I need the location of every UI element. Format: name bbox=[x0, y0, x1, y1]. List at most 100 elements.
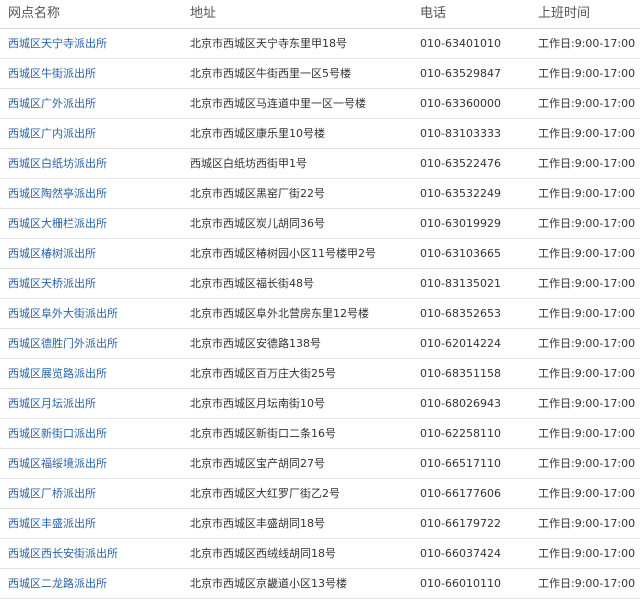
station-phone: 010-68026943 bbox=[418, 388, 538, 419]
station-hours: 工作日:9:00-17:00 bbox=[538, 88, 640, 119]
station-address: 北京市西城区月坛南街10号 bbox=[188, 388, 418, 419]
station-hours: 工作日:9:00-17:00 bbox=[538, 238, 640, 269]
station-name-link[interactable]: 西城区月坛派出所 bbox=[0, 388, 188, 419]
station-address: 北京市西城区丰盛胡同18号 bbox=[188, 508, 418, 539]
table-row: 西城区丰盛派出所 北京市西城区丰盛胡同18号 010-66179722 工作日:9:0… bbox=[0, 508, 640, 539]
station-address: 北京市西城区安德路138号 bbox=[188, 328, 418, 359]
table-row: 西城区牛街派出所 北京市西城区牛街西里一区5号楼 010-63529847 工作日:9… bbox=[0, 58, 640, 89]
station-hours: 工作日:9:00-17:00 bbox=[538, 538, 640, 569]
header-phone: 电话 bbox=[418, 0, 538, 29]
header-address: 地址 bbox=[188, 0, 418, 29]
police-station-table: 网点名称 地址 电话 上班时间 西城区天宁寺派出所 北京市西城区天宁寺东里甲18号… bbox=[0, 0, 640, 599]
station-name-link[interactable]: 西城区天桥派出所 bbox=[0, 268, 188, 299]
station-name-link[interactable]: 西城区厂桥派出所 bbox=[0, 478, 188, 509]
station-hours: 工作日:9:00-17:00 bbox=[538, 478, 640, 509]
station-phone: 010-66037424 bbox=[418, 538, 538, 569]
table-row: 西城区德胜门外派出所 北京市西城区安德路138号 010-62014224 工作日:9… bbox=[0, 328, 640, 359]
station-address: 北京市西城区百万庄大街25号 bbox=[188, 358, 418, 389]
station-phone: 010-66177606 bbox=[418, 478, 538, 509]
station-address: 西城区白纸坊西街甲1号 bbox=[188, 148, 418, 179]
station-phone: 010-63401010 bbox=[418, 28, 538, 59]
station-name-link[interactable]: 西城区椿树派出所 bbox=[0, 238, 188, 269]
table-row: 西城区二龙路派出所 北京市西城区京畿道小区13号楼 010-66010110 工作日:… bbox=[0, 568, 640, 599]
station-phone: 010-63532249 bbox=[418, 178, 538, 209]
station-name-link[interactable]: 西城区广内派出所 bbox=[0, 118, 188, 149]
station-address: 北京市西城区椿树园小区11号楼甲2号 bbox=[188, 238, 418, 269]
station-hours: 工作日:9:00-17:00 bbox=[538, 178, 640, 209]
station-name-link[interactable]: 西城区二龙路派出所 bbox=[0, 568, 188, 599]
table-row: 西城区大栅栏派出所 北京市西城区炭儿胡同36号 010-63019929 工作日:9:… bbox=[0, 208, 640, 239]
station-hours: 工作日:9:00-17:00 bbox=[538, 148, 640, 179]
station-phone: 010-63522476 bbox=[418, 148, 538, 179]
station-hours: 工作日:9:00-17:00 bbox=[538, 388, 640, 419]
station-hours: 工作日:9:00-17:00 bbox=[538, 328, 640, 359]
station-phone: 010-63103665 bbox=[418, 238, 538, 269]
station-phone: 010-62014224 bbox=[418, 328, 538, 359]
station-hours: 工作日:9:00-17:00 bbox=[538, 508, 640, 539]
station-address: 北京市西城区宝产胡同27号 bbox=[188, 448, 418, 479]
station-name-link[interactable]: 西城区西长安街派出所 bbox=[0, 538, 188, 569]
station-address: 北京市西城区新街口二条16号 bbox=[188, 418, 418, 449]
station-name-link[interactable]: 西城区德胜门外派出所 bbox=[0, 328, 188, 359]
station-phone: 010-68351158 bbox=[418, 358, 538, 389]
station-address: 北京市西城区天宁寺东里甲18号 bbox=[188, 28, 418, 59]
table-body: 西城区天宁寺派出所 北京市西城区天宁寺东里甲18号 010-63401010 工作日:… bbox=[0, 28, 640, 599]
table-row: 西城区新街口派出所 北京市西城区新街口二条16号 010-62258110 工作日:9… bbox=[0, 418, 640, 449]
station-hours: 工作日:9:00-17:00 bbox=[538, 118, 640, 149]
station-phone: 010-63360000 bbox=[418, 88, 538, 119]
station-phone: 010-68352653 bbox=[418, 298, 538, 329]
table-row: 西城区陶然亭派出所 北京市西城区黑窑厂街22号 010-63532249 工作日:9:… bbox=[0, 178, 640, 209]
station-name-link[interactable]: 西城区展览路派出所 bbox=[0, 358, 188, 389]
header-name: 网点名称 bbox=[0, 0, 188, 29]
station-phone: 010-63019929 bbox=[418, 208, 538, 239]
table-row: 西城区白纸坊派出所 西城区白纸坊西街甲1号 010-63522476 工作日:9:00… bbox=[0, 148, 640, 179]
station-name-link[interactable]: 西城区阜外大街派出所 bbox=[0, 298, 188, 329]
station-address: 北京市西城区黑窑厂街22号 bbox=[188, 178, 418, 209]
station-name-link[interactable]: 西城区陶然亭派出所 bbox=[0, 178, 188, 209]
table-row: 西城区天桥派出所 北京市西城区福长街48号 010-83135021 工作日:9:00… bbox=[0, 268, 640, 299]
station-name-link[interactable]: 西城区丰盛派出所 bbox=[0, 508, 188, 539]
table-row: 西城区福绥境派出所 北京市西城区宝产胡同27号 010-66517110 工作日:9:… bbox=[0, 448, 640, 479]
header-row: 网点名称 地址 电话 上班时间 bbox=[0, 0, 640, 29]
station-hours: 工作日:9:00-17:00 bbox=[538, 568, 640, 599]
table-row: 西城区月坛派出所 北京市西城区月坛南街10号 010-68026943 工作日:9:0… bbox=[0, 388, 640, 419]
station-hours: 工作日:9:00-17:00 bbox=[538, 208, 640, 239]
station-address: 北京市西城区炭儿胡同36号 bbox=[188, 208, 418, 239]
station-name-link[interactable]: 西城区牛街派出所 bbox=[0, 58, 188, 89]
station-phone: 010-62258110 bbox=[418, 418, 538, 449]
station-name-link[interactable]: 西城区新街口派出所 bbox=[0, 418, 188, 449]
header-hours: 上班时间 bbox=[538, 0, 640, 29]
station-address: 北京市西城区大红罗厂街乙2号 bbox=[188, 478, 418, 509]
table-row: 西城区广外派出所 北京市西城区马连道中里一区一号楼 010-63360000 工作日:… bbox=[0, 88, 640, 119]
station-name-link[interactable]: 西城区广外派出所 bbox=[0, 88, 188, 119]
station-phone: 010-66179722 bbox=[418, 508, 538, 539]
station-name-link[interactable]: 西城区天宁寺派出所 bbox=[0, 28, 188, 59]
station-phone: 010-63529847 bbox=[418, 58, 538, 89]
station-name-link[interactable]: 西城区白纸坊派出所 bbox=[0, 148, 188, 179]
station-address: 北京市西城区牛街西里一区5号楼 bbox=[188, 58, 418, 89]
station-address: 北京市西城区西绒线胡同18号 bbox=[188, 538, 418, 569]
station-address: 北京市西城区马连道中里一区一号楼 bbox=[188, 88, 418, 119]
station-address: 北京市西城区京畿道小区13号楼 bbox=[188, 568, 418, 599]
table-row: 西城区展览路派出所 北京市西城区百万庄大街25号 010-68351158 工作日:9… bbox=[0, 358, 640, 389]
station-hours: 工作日:9:00-17:00 bbox=[538, 418, 640, 449]
station-phone: 010-66010110 bbox=[418, 568, 538, 599]
station-hours: 工作日:9:00-17:00 bbox=[538, 358, 640, 389]
station-hours: 工作日:9:00-17:00 bbox=[538, 28, 640, 59]
table-row: 西城区广内派出所 北京市西城区康乐里10号楼 010-83103333 工作日:9:0… bbox=[0, 118, 640, 149]
table-header: 网点名称 地址 电话 上班时间 bbox=[0, 0, 640, 29]
station-hours: 工作日:9:00-17:00 bbox=[538, 448, 640, 479]
table-row: 西城区椿树派出所 北京市西城区椿树园小区11号楼甲2号 010-63103665 工作… bbox=[0, 238, 640, 269]
table-row: 西城区天宁寺派出所 北京市西城区天宁寺东里甲18号 010-63401010 工作日:… bbox=[0, 28, 640, 59]
table-row: 西城区阜外大街派出所 北京市西城区阜外北营房东里12号楼 010-68352653 工… bbox=[0, 298, 640, 329]
station-hours: 工作日:9:00-17:00 bbox=[538, 58, 640, 89]
table-row: 西城区西长安街派出所 北京市西城区西绒线胡同18号 010-66037424 工作日:… bbox=[0, 538, 640, 569]
station-hours: 工作日:9:00-17:00 bbox=[538, 298, 640, 329]
table-row: 西城区厂桥派出所 北京市西城区大红罗厂街乙2号 010-66177606 工作日:9:… bbox=[0, 478, 640, 509]
station-phone: 010-83103333 bbox=[418, 118, 538, 149]
station-address: 北京市西城区康乐里10号楼 bbox=[188, 118, 418, 149]
station-name-link[interactable]: 西城区福绥境派出所 bbox=[0, 448, 188, 479]
station-name-link[interactable]: 西城区大栅栏派出所 bbox=[0, 208, 188, 239]
station-phone: 010-66517110 bbox=[418, 448, 538, 479]
station-hours: 工作日:9:00-17:00 bbox=[538, 268, 640, 299]
